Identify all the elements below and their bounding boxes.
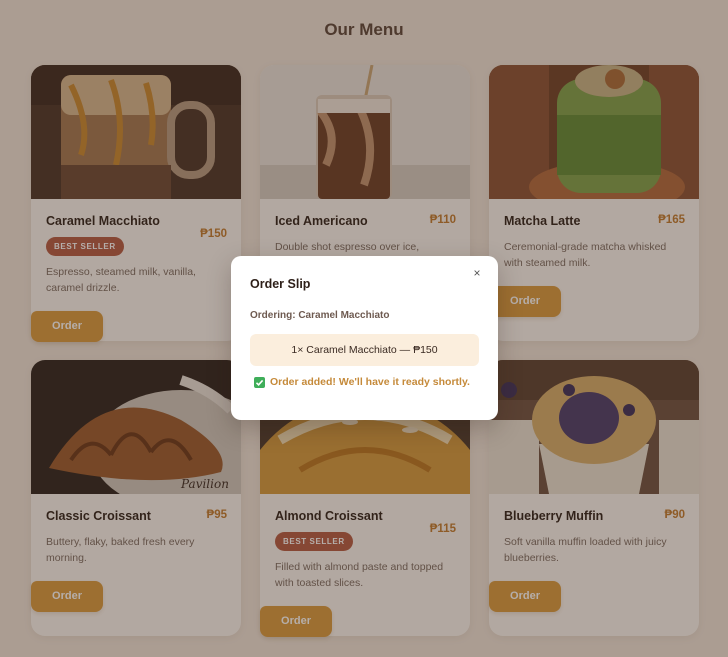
order-slip-line: 1× Caramel Macchiato — ₱150 xyxy=(250,334,479,366)
close-icon[interactable]: × xyxy=(470,266,484,280)
order-slip-modal: × Order Slip Ordering: Caramel Macchiato… xyxy=(231,256,498,420)
check-icon xyxy=(254,376,265,388)
status-text: Order added! We'll have it ready shortly… xyxy=(270,376,470,388)
ordering-label: Ordering: Caramel Macchiato xyxy=(250,310,390,321)
modal-title: Order Slip xyxy=(250,277,311,291)
order-status-message: Order added! We'll have it ready shortly… xyxy=(254,376,470,388)
